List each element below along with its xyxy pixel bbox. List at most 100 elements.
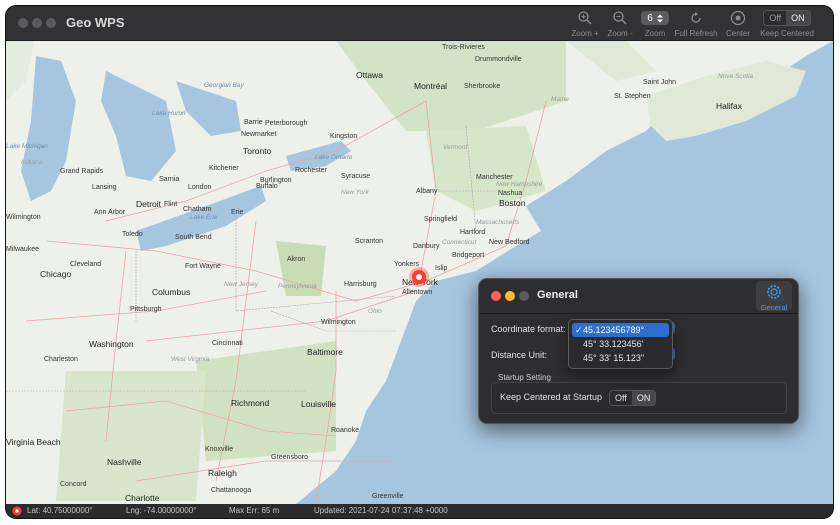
map-place-label: Fort Wayne: [185, 263, 221, 270]
keep-centered-startup-label: Keep Centered at Startup: [500, 392, 603, 402]
window-title: Geo WPS: [66, 15, 125, 30]
map-place-label: St. Stephen: [614, 93, 651, 100]
tab-general[interactable]: General: [756, 281, 792, 312]
map-place-label: Knoxville: [205, 446, 234, 453]
zoom-in-label: Zoom +: [571, 29, 599, 38]
map-place-label: Chattanooga: [211, 487, 252, 494]
coordinate-format-label: Coordinate format:: [491, 324, 566, 334]
menu-item-degrees-minutes-seconds[interactable]: 45° 33' 15.123": [572, 351, 669, 365]
zoom-out-button[interactable]: Zoom -: [603, 8, 637, 40]
map-place-label: Pennsylvania: [278, 283, 317, 290]
map-place-label: Lake Ontario: [315, 154, 353, 161]
map-place-label: Barrie: [244, 119, 263, 126]
map-place-label: New York: [341, 189, 369, 196]
menu-item-degrees-minutes[interactable]: 45° 33.123456': [572, 337, 669, 351]
menu-item-degrees-minutes-label: 45° 33.123456': [583, 339, 644, 349]
coordinate-format-menu: ✓ 45.123456789° 45° 33.123456' 45° 33' 15…: [568, 319, 673, 369]
map-place-label: West Virginia: [171, 356, 210, 363]
map-place-label: Chatham: [183, 206, 212, 213]
map-place-label: Nashville: [107, 457, 142, 467]
map-place-label: Indiana: [21, 159, 43, 166]
map-place-label: Columbus: [152, 287, 191, 297]
dialog-zoom-button[interactable]: [519, 291, 529, 301]
map-place-label: Peterborough: [265, 120, 308, 127]
full-refresh-label: Full Refresh: [674, 29, 718, 38]
keep-centered-off[interactable]: Off: [764, 11, 787, 25]
map-place-label: Lansing: [92, 184, 117, 191]
map-place-label: Kitchener: [209, 165, 239, 172]
full-refresh-button[interactable]: Full Refresh: [673, 8, 719, 40]
map-place-label: Grand Rapids: [60, 168, 104, 175]
map-place-label: Drummondville: [475, 56, 522, 63]
zoom-out-icon: [613, 11, 627, 25]
map-place-label: Bridgeport: [452, 252, 485, 259]
location-status-icon: [12, 506, 22, 516]
map-place-label: Kingston: [330, 133, 358, 140]
map-place-label: Rochester: [295, 167, 327, 174]
location-marker-icon[interactable]: [408, 266, 430, 288]
zoom-in-icon: [578, 11, 592, 25]
map-place-label: Boston: [499, 198, 526, 208]
map-place-label: Toronto: [243, 146, 272, 156]
zoom-stepper[interactable]: 6 Zoom: [637, 8, 673, 40]
map-place-label: Akron: [287, 256, 306, 263]
menu-item-decimal[interactable]: ✓ 45.123456789°: [572, 323, 669, 337]
close-window-button[interactable]: [18, 18, 28, 28]
map-place-label: Hartford: [460, 229, 486, 236]
checkmark-icon: ✓: [575, 325, 583, 335]
map-place-label: Flint: [164, 201, 178, 208]
map-place-label: Concord: [60, 481, 87, 488]
map-place-label: Pittsburgh: [130, 306, 162, 313]
dialog-divider: [479, 313, 798, 314]
map-place-label: Greensboro: [271, 454, 308, 461]
map-place-label: Greenville: [372, 493, 404, 500]
map-place-label: Nashua: [498, 190, 523, 197]
map-place-label: Newmarket: [241, 131, 277, 138]
dialog-close-button[interactable]: [491, 291, 501, 301]
startup-setting-box: Keep Centered at Startup Off ON: [491, 382, 787, 414]
map-place-label: Vermont: [443, 144, 468, 151]
startup-toggle-off[interactable]: Off: [610, 391, 632, 405]
keep-centered-label: Keep Centered: [760, 29, 814, 38]
latitude-readout: Lat: 40.75000000°: [27, 506, 93, 515]
map-place-label: Virginia Beach: [6, 437, 61, 447]
max-error-readout: Max Err: 65 m: [229, 506, 280, 515]
zoom-level-stepper[interactable]: 6: [641, 11, 669, 25]
keep-centered-startup-toggle[interactable]: Off ON: [609, 390, 657, 406]
map-place-label: South Bend: [175, 234, 212, 241]
startup-setting-heading: Startup Setting: [498, 373, 551, 382]
map-place-label: Sarnia: [159, 176, 180, 183]
stepper-arrows-icon: [656, 14, 663, 22]
map-place-label: New Hampshire: [496, 181, 543, 188]
map-place-label: Ohio: [368, 308, 382, 315]
center-button[interactable]: Center: [720, 8, 756, 40]
status-bar: Lat: 40.75000000° Lng: -74.00000000° Max…: [6, 504, 833, 518]
map-view[interactable]: Trois-Rivieres Drummondville Ottawa Montréa…: [6, 41, 833, 504]
zoom-level-value: 6: [647, 12, 653, 24]
map-place-label: Georgian Bay: [204, 82, 244, 89]
dialog-minimize-button[interactable]: [505, 291, 515, 301]
map-place-label: Maine: [551, 96, 569, 103]
zoom-window-button[interactable]: [46, 18, 56, 28]
map-place-label: Lake Erie: [190, 214, 218, 221]
keep-centered-toggle[interactable]: Off ON: [763, 10, 811, 26]
map-place-label: Montréal: [414, 81, 448, 91]
map-place-label: Islip: [435, 265, 448, 272]
keep-centered-on[interactable]: ON: [786, 11, 810, 25]
map-place-label: Chicago: [40, 269, 72, 279]
distance-unit-label: Distance Unit:: [491, 350, 548, 360]
map-place-label: Charleston: [44, 356, 78, 363]
map-place-label: Connecticut: [442, 239, 477, 246]
startup-toggle-on[interactable]: ON: [631, 391, 656, 405]
map-place-label: Ann Arbor: [94, 209, 126, 216]
zoom-out-label: Zoom -: [607, 29, 633, 38]
keep-centered-control: Off ON Keep Centered: [757, 8, 817, 40]
minimize-window-button[interactable]: [32, 18, 42, 28]
updated-timestamp: Updated: 2021-07-24 07:37:48 +0000: [314, 506, 448, 515]
map-place-label: Charlotte: [125, 493, 160, 503]
map-place-label: Buffalo: [256, 183, 278, 190]
map-place-label: Baltimore: [307, 347, 343, 357]
longitude-readout: Lng: -74.00000000°: [126, 506, 197, 515]
zoom-in-button[interactable]: Zoom +: [568, 8, 602, 40]
map-place-label: Richmond: [231, 398, 270, 408]
